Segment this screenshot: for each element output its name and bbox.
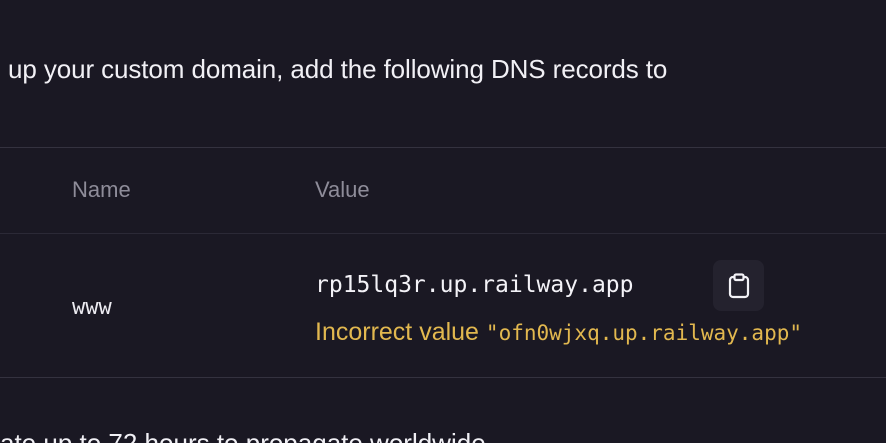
- clipboard-icon: [727, 272, 751, 299]
- copy-value-button[interactable]: [713, 260, 764, 311]
- table-bottom-divider: [0, 377, 886, 378]
- record-name: www: [72, 295, 112, 320]
- propagation-note: ate up to 72 hours to propagate worldwid…: [0, 428, 486, 443]
- table-top-divider: [0, 147, 886, 148]
- validation-error: Incorrect value "ofn0wjxq.up.railway.app…: [315, 318, 802, 347]
- error-label: Incorrect value: [315, 318, 486, 346]
- table-header-divider: [0, 233, 886, 234]
- error-value: "ofn0wjxq.up.railway.app": [485, 321, 802, 345]
- column-header-name: Name: [72, 177, 131, 202]
- intro-text: up your custom domain, add the following…: [8, 54, 668, 84]
- column-header-value: Value: [315, 177, 370, 202]
- record-value: rp15lq3r.up.railway.app: [315, 272, 634, 298]
